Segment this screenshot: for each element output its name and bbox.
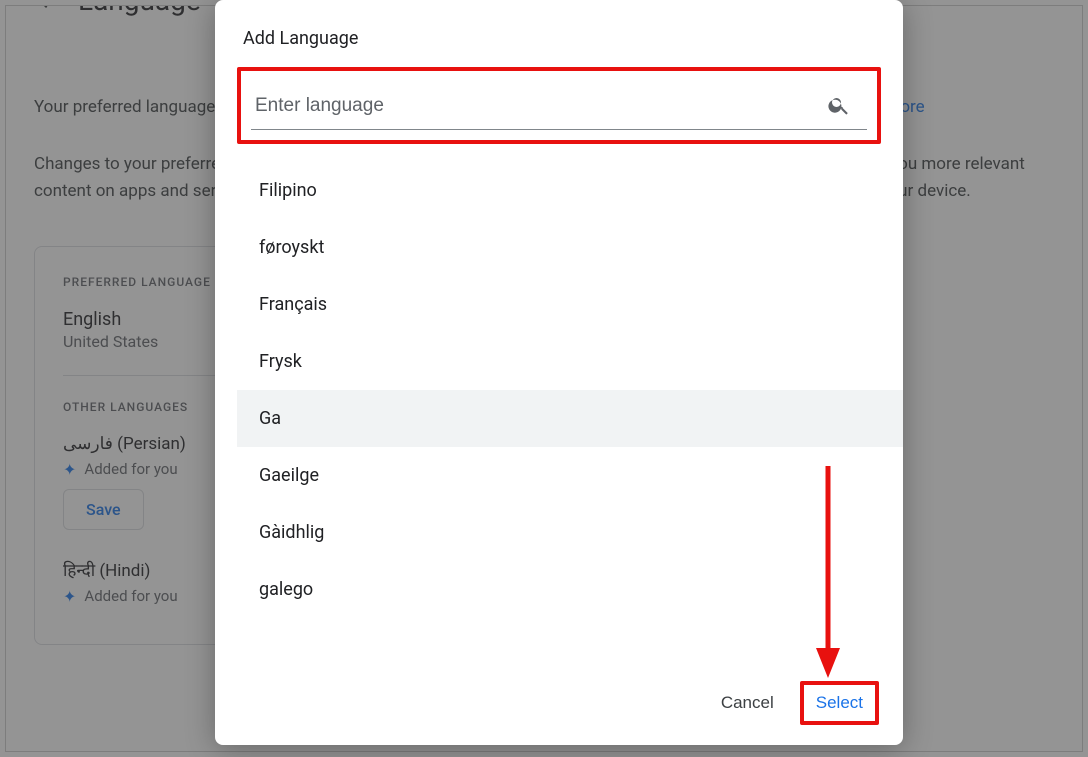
modal-footer: Cancel Select xyxy=(215,663,903,737)
modal-title: Add Language xyxy=(215,0,903,67)
language-option[interactable]: galego xyxy=(237,561,903,618)
language-search-input[interactable] xyxy=(251,89,867,130)
added-label: Added for you xyxy=(84,587,177,605)
select-highlight-annotation: Select xyxy=(800,681,879,725)
sparkle-icon: ✦ xyxy=(63,587,76,606)
save-button[interactable]: Save xyxy=(63,489,144,530)
language-option[interactable]: Français xyxy=(237,276,903,333)
language-option[interactable]: føroyskt xyxy=(237,219,903,276)
language-option[interactable]: Ga xyxy=(237,390,903,447)
back-arrow-icon[interactable] xyxy=(34,5,58,12)
add-language-modal: Add Language FilipinoføroysktFrançaisFry… xyxy=(215,0,903,745)
search-icon xyxy=(827,93,851,121)
cancel-button[interactable]: Cancel xyxy=(715,685,780,721)
select-button[interactable]: Select xyxy=(806,687,873,719)
language-option[interactable]: Frysk xyxy=(237,333,903,390)
added-label: Added for you xyxy=(84,460,177,478)
language-option[interactable]: Gàidhlig xyxy=(237,504,903,561)
search-container xyxy=(241,71,877,140)
page-title: Language xyxy=(78,5,201,17)
language-option[interactable]: Gaeilge xyxy=(237,447,903,504)
language-list[interactable]: FilipinoføroysktFrançaisFryskGaGaeilgeGà… xyxy=(237,162,903,663)
sparkle-icon: ✦ xyxy=(63,460,76,479)
search-highlight-annotation xyxy=(237,67,881,144)
language-option[interactable]: Filipino xyxy=(237,162,903,219)
